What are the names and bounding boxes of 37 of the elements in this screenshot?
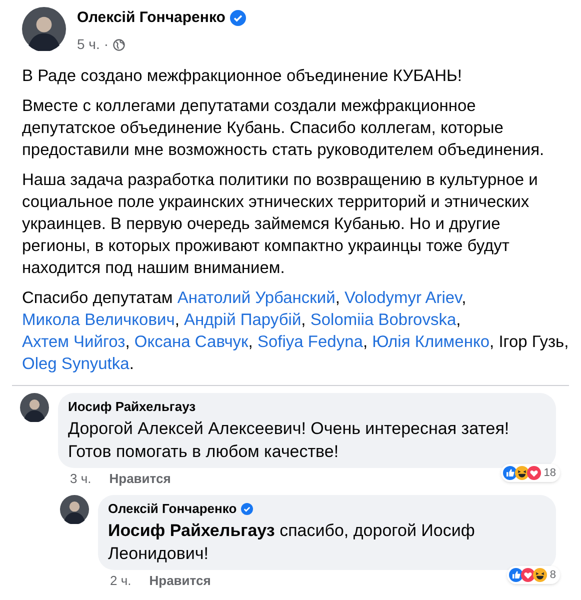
- laughing-reaction-icon: [514, 466, 529, 480]
- heart-reaction-icon: [526, 466, 541, 480]
- heart-reaction-icon: [520, 568, 535, 582]
- avatar-icon[interactable]: [20, 393, 49, 422]
- mention-link[interactable]: Микола Величкович: [22, 311, 175, 329]
- reaction-summary[interactable]: 18: [500, 464, 560, 482]
- reaction-summary[interactable]: 8: [506, 566, 560, 584]
- post-paragraph: Вместе с коллегами депутатами создали межфракционное депутатское объединение Кубань. Спасибо коллегам, которые предоставили мне возможность стать руководителем объединения.: [22, 96, 546, 161]
- laughing-reaction-icon: [532, 568, 547, 582]
- mention-link[interactable]: Ахтем Чийгоз: [22, 333, 126, 351]
- comment-text: Иосиф Райхельгауз спасибо, дорогой Иосиф Леонидович!: [108, 520, 476, 565]
- mention-link[interactable]: Оксана Савчук: [134, 333, 248, 351]
- globe-icon[interactable]: [112, 38, 125, 50]
- separator-dot: ·: [104, 35, 109, 54]
- post-paragraph: В Раде создано межфракционное объединение КУБАНЬ!: [22, 66, 463, 87]
- like-link[interactable]: Нравится: [109, 471, 171, 487]
- mention-link[interactable]: Solomiia Bobrovska: [310, 311, 456, 329]
- avatar-icon[interactable]: [60, 495, 89, 524]
- comment-time[interactable]: 2 ч.: [110, 573, 132, 589]
- mention-link[interactable]: Volodymyr Ariev: [344, 289, 462, 307]
- commenter-name[interactable]: Иосиф Райхельгауз: [68, 398, 196, 415]
- like-link[interactable]: Нравится: [149, 573, 211, 589]
- avatar-icon[interactable]: [22, 7, 66, 51]
- like-reaction-icon: [508, 568, 523, 582]
- post-time[interactable]: 5 ч.: [77, 34, 100, 55]
- mention-link[interactable]: Sofiya Fedyna: [257, 333, 363, 351]
- author-name[interactable]: Олексій Гончаренко: [77, 7, 226, 29]
- post-paragraph: Наша задача разработка политики по возвращению в культурное и социальное поле украинских этнических территорий и этнических украинцев. В первую очередь займемся Кубанью. Но и другие регионы, в которых проживают компактно украинцы тоже будут находится под нашим вниманием.: [22, 170, 539, 279]
- commenter-name[interactable]: Олексій Гончаренко: [108, 500, 237, 517]
- like-reaction-icon: [502, 466, 517, 480]
- mention-link[interactable]: Юлія Клименко: [372, 333, 490, 351]
- comment-time[interactable]: 3 ч.: [70, 471, 92, 487]
- comment-text: Дорогой Алексей Алексеевич! Очень интересная затея! Готов помогать в любом качестве!: [68, 418, 510, 463]
- mention-link[interactable]: Анатолий Урбанский: [177, 289, 336, 307]
- mention-link[interactable]: Андрій Парубій: [184, 311, 302, 329]
- post-paragraph: Спасибо депутатам Анатолий Урбанский, Volodymyr Ariev, Микола Величкович, Андрій Парубій, Solomiia Bobrovska, Ахтем Чийгоз, Оксана Савчук, Sofiya Fedyna, Юлія Клименко, Ігор Гузь, Oleg Synyutka.: [22, 288, 570, 375]
- mention-link[interactable]: Oleg Synyutka: [22, 355, 130, 373]
